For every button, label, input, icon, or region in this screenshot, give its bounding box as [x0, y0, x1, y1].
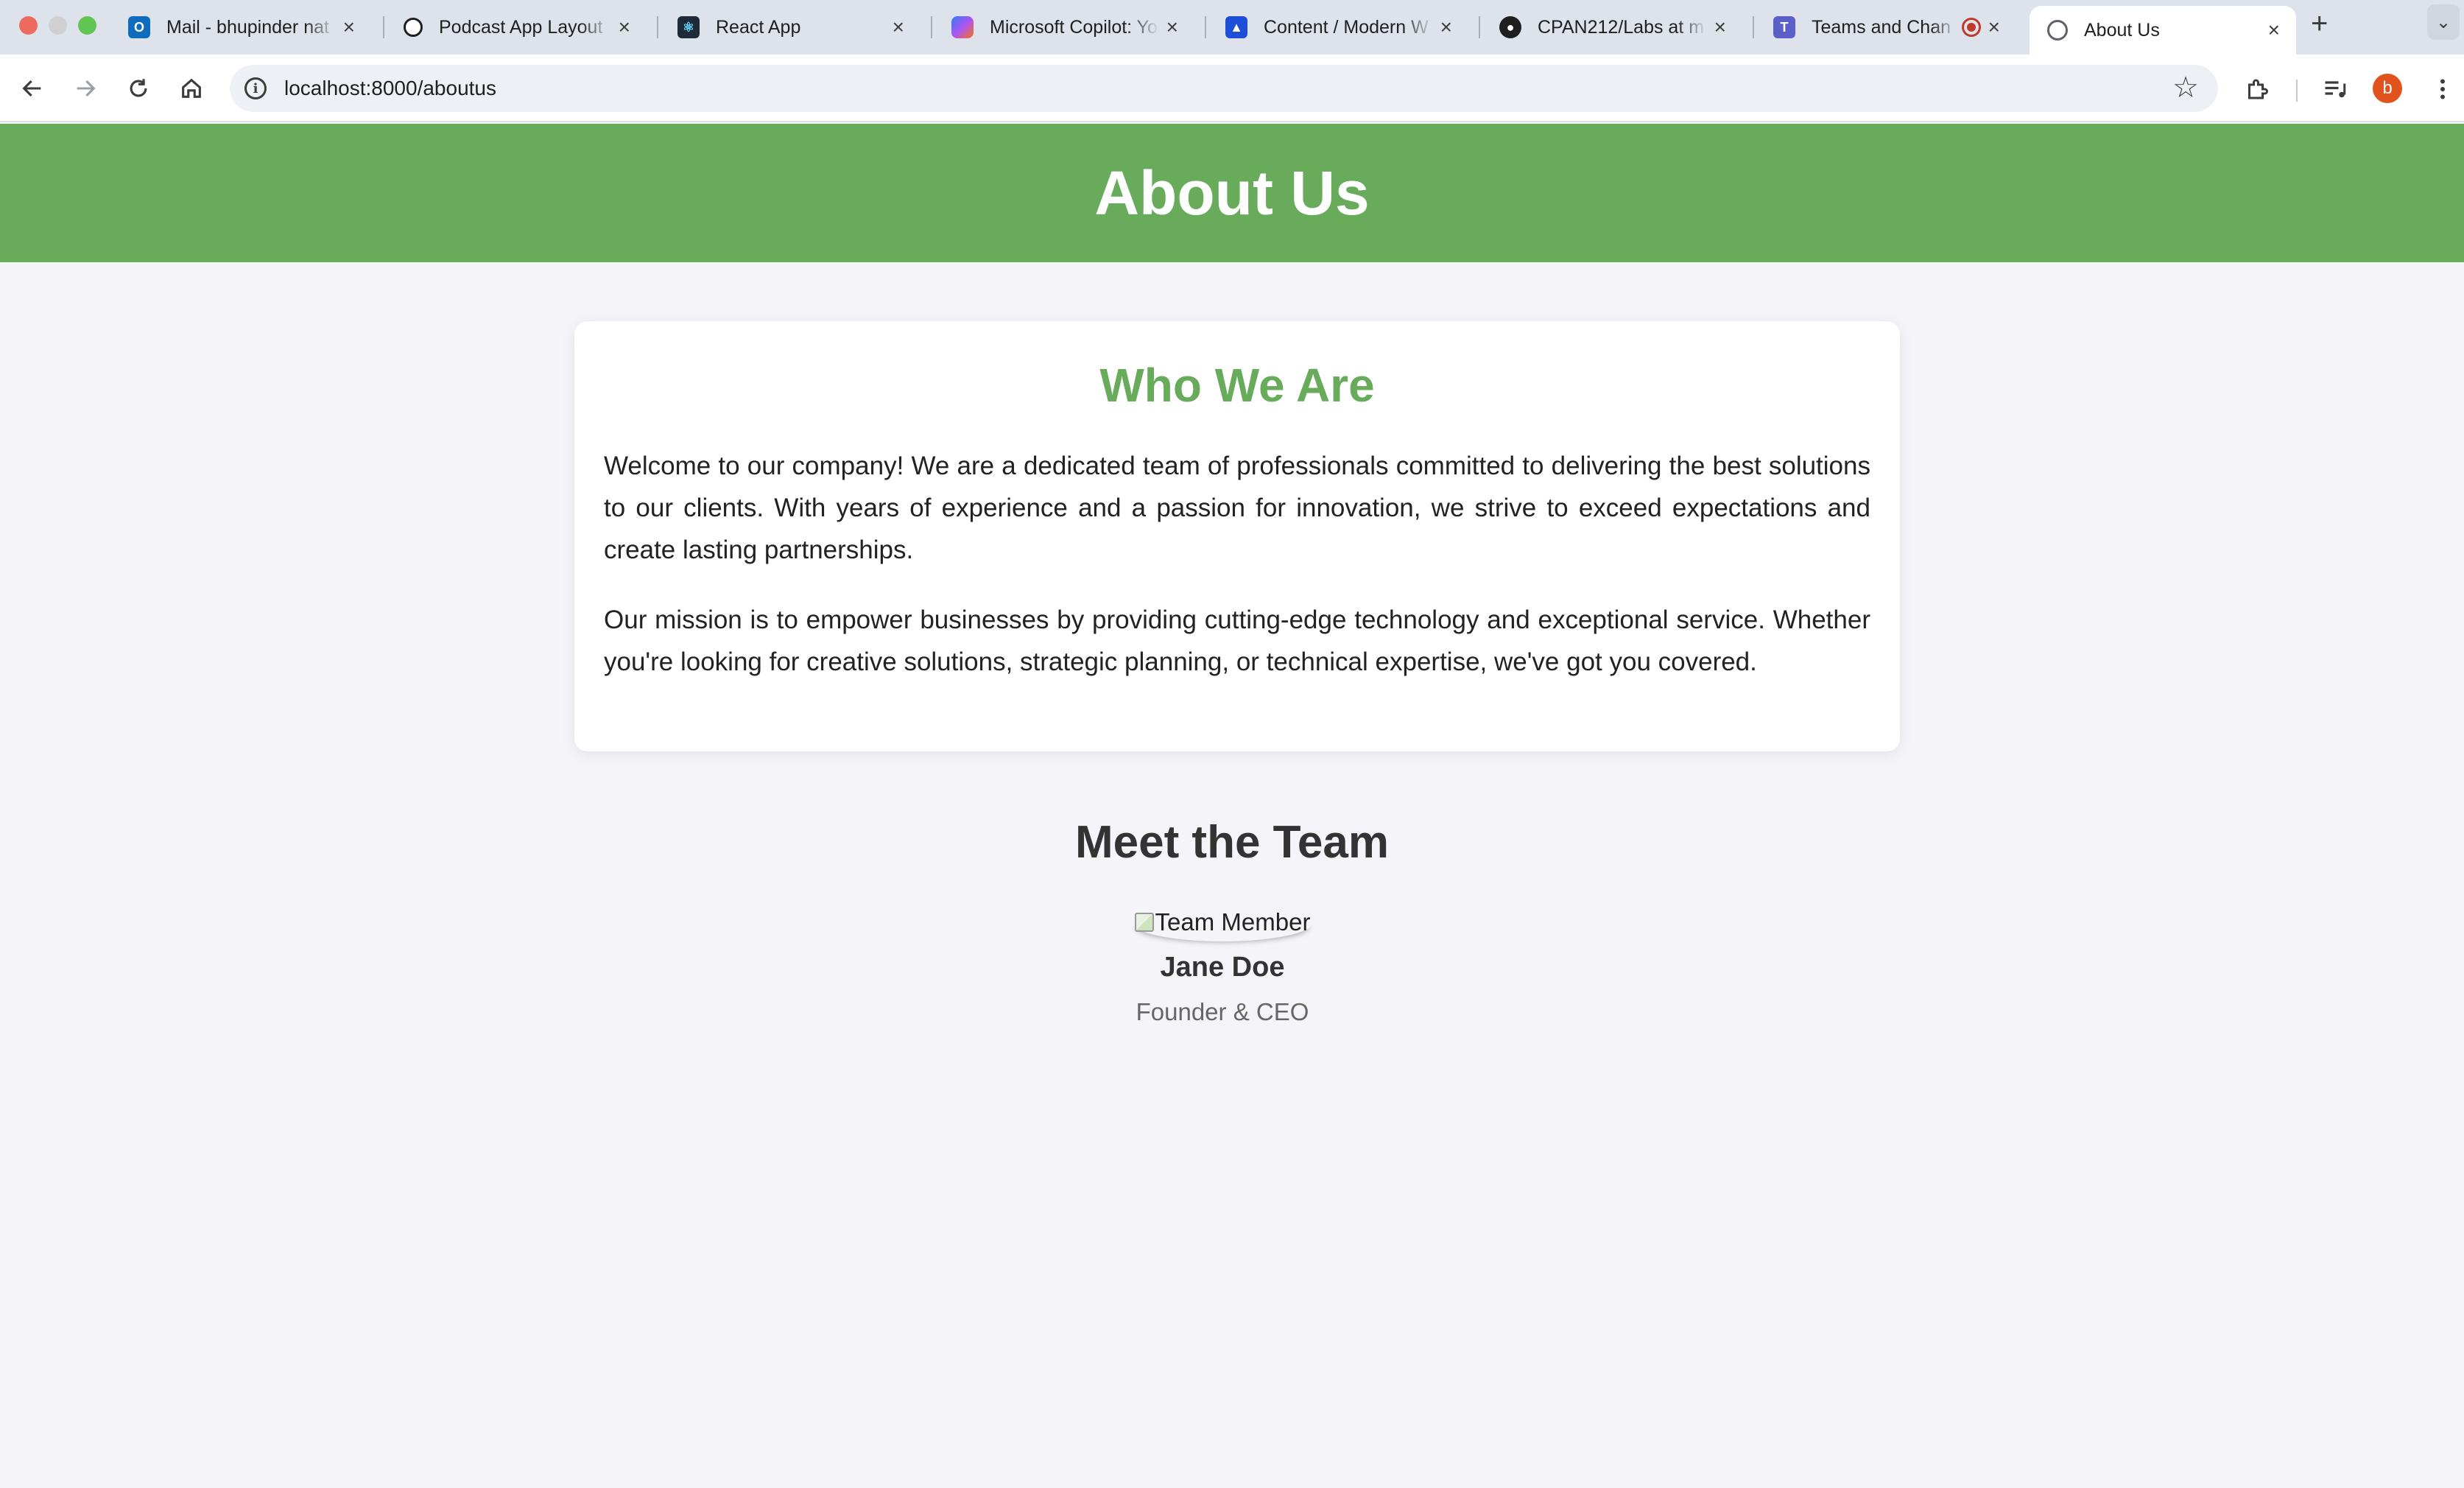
broken-image-icon	[1134, 913, 1154, 932]
url-text[interactable]: localhost:8000/aboutus	[284, 77, 496, 100]
close-icon[interactable]: ×	[893, 15, 904, 39]
page-content: About Us Who We Are Welcome to our compa…	[0, 124, 2464, 1488]
recording-icon	[1961, 18, 1981, 37]
tab-mail[interactable]: O Mail - bhupinder nat ×	[110, 6, 371, 49]
atlassian-icon: ▲	[1225, 16, 1247, 38]
team-member-photo: Team Member	[1132, 903, 1314, 941]
team-member-card: Team Member Jane Doe Founder & CEO	[1112, 903, 1333, 1026]
arrow-left-icon	[22, 80, 41, 97]
close-icon[interactable]: ×	[343, 15, 355, 39]
tab-search-button[interactable]: ⌄	[2427, 4, 2460, 40]
close-icon[interactable]: ×	[1166, 15, 1178, 39]
close-icon[interactable]: ×	[1714, 15, 1726, 39]
more-vertical-icon	[2440, 79, 2445, 99]
photo-alt-text: Team Member	[1155, 908, 1311, 936]
forward-button[interactable]	[66, 69, 105, 108]
browser-menu-button[interactable]	[2424, 71, 2461, 108]
home-button[interactable]	[172, 69, 211, 108]
page-title: About Us	[1094, 158, 1370, 228]
team-heading: Meet the Team	[1074, 817, 1390, 868]
new-tab-button[interactable]: +	[2311, 7, 2328, 41]
close-window-button[interactable]	[19, 16, 38, 35]
who-we-are-heading: Who We Are	[1099, 359, 1375, 412]
intro-paragraph: Welcome to our company! We are a dedicat…	[604, 452, 1870, 564]
close-icon[interactable]: ×	[1988, 15, 2000, 39]
close-icon[interactable]: ×	[1440, 15, 1452, 39]
back-button[interactable]	[13, 69, 52, 108]
react-icon: ⚛	[677, 16, 700, 38]
tab-microsoft-copilot[interactable]: Microsoft Copilot: Yo ×	[934, 6, 1194, 49]
reload-icon	[130, 79, 147, 97]
home-icon	[182, 78, 201, 98]
teams-icon: T	[1773, 16, 1795, 38]
globe-icon	[2047, 20, 2068, 41]
tab-cpan212-labs[interactable]: ● CPAN212/Labs at m ×	[1482, 6, 1742, 49]
puzzle-icon	[2248, 79, 2268, 99]
tab-content-modern[interactable]: ▲ Content / Modern W ×	[1208, 6, 1468, 49]
extensions-button[interactable]	[2239, 71, 2275, 108]
close-icon[interactable]: ×	[2268, 18, 2280, 42]
who-we-are-card: Who We Are Welcome to our company! We ar…	[574, 321, 1900, 751]
tab-react-app[interactable]: ⚛ React App ×	[660, 6, 921, 49]
playlist-icon	[2325, 81, 2346, 98]
page-header: About Us	[0, 124, 2464, 262]
bookmark-star-icon[interactable]: ☆	[2172, 71, 2199, 105]
profile-avatar[interactable]: b	[2373, 74, 2402, 103]
browser-toolbar: i localhost:8000/aboutus ☆ b	[0, 55, 2464, 122]
browser-tab-bar: O Mail - bhupinder nat × Podcast App Lay…	[0, 0, 2464, 55]
openai-icon	[404, 18, 423, 37]
team-member-role: Founder & CEO	[1136, 998, 1309, 1025]
copilot-icon	[951, 16, 974, 38]
close-icon[interactable]: ×	[619, 15, 630, 39]
tab-teams-and-channels[interactable]: T Teams and Chan ×	[1756, 6, 2016, 49]
outlook-icon: O	[128, 16, 150, 38]
tab-podcast-app-layout[interactable]: Podcast App Layout ×	[386, 6, 647, 49]
team-member-name: Jane Doe	[1160, 952, 1285, 983]
arrow-right-icon	[77, 80, 96, 97]
address-bar[interactable]: i localhost:8000/aboutus ☆	[230, 65, 2218, 112]
reload-button[interactable]	[119, 69, 158, 108]
maximize-window-button[interactable]	[78, 16, 96, 35]
media-control-button[interactable]	[2317, 71, 2354, 108]
mission-paragraph: Our mission is to empower businesses by …	[604, 606, 1870, 676]
minimize-window-button[interactable]	[49, 16, 67, 35]
info-icon[interactable]: i	[244, 77, 267, 99]
tab-about-us[interactable]: About Us ×	[2030, 6, 2296, 55]
github-icon: ●	[1499, 16, 1521, 38]
